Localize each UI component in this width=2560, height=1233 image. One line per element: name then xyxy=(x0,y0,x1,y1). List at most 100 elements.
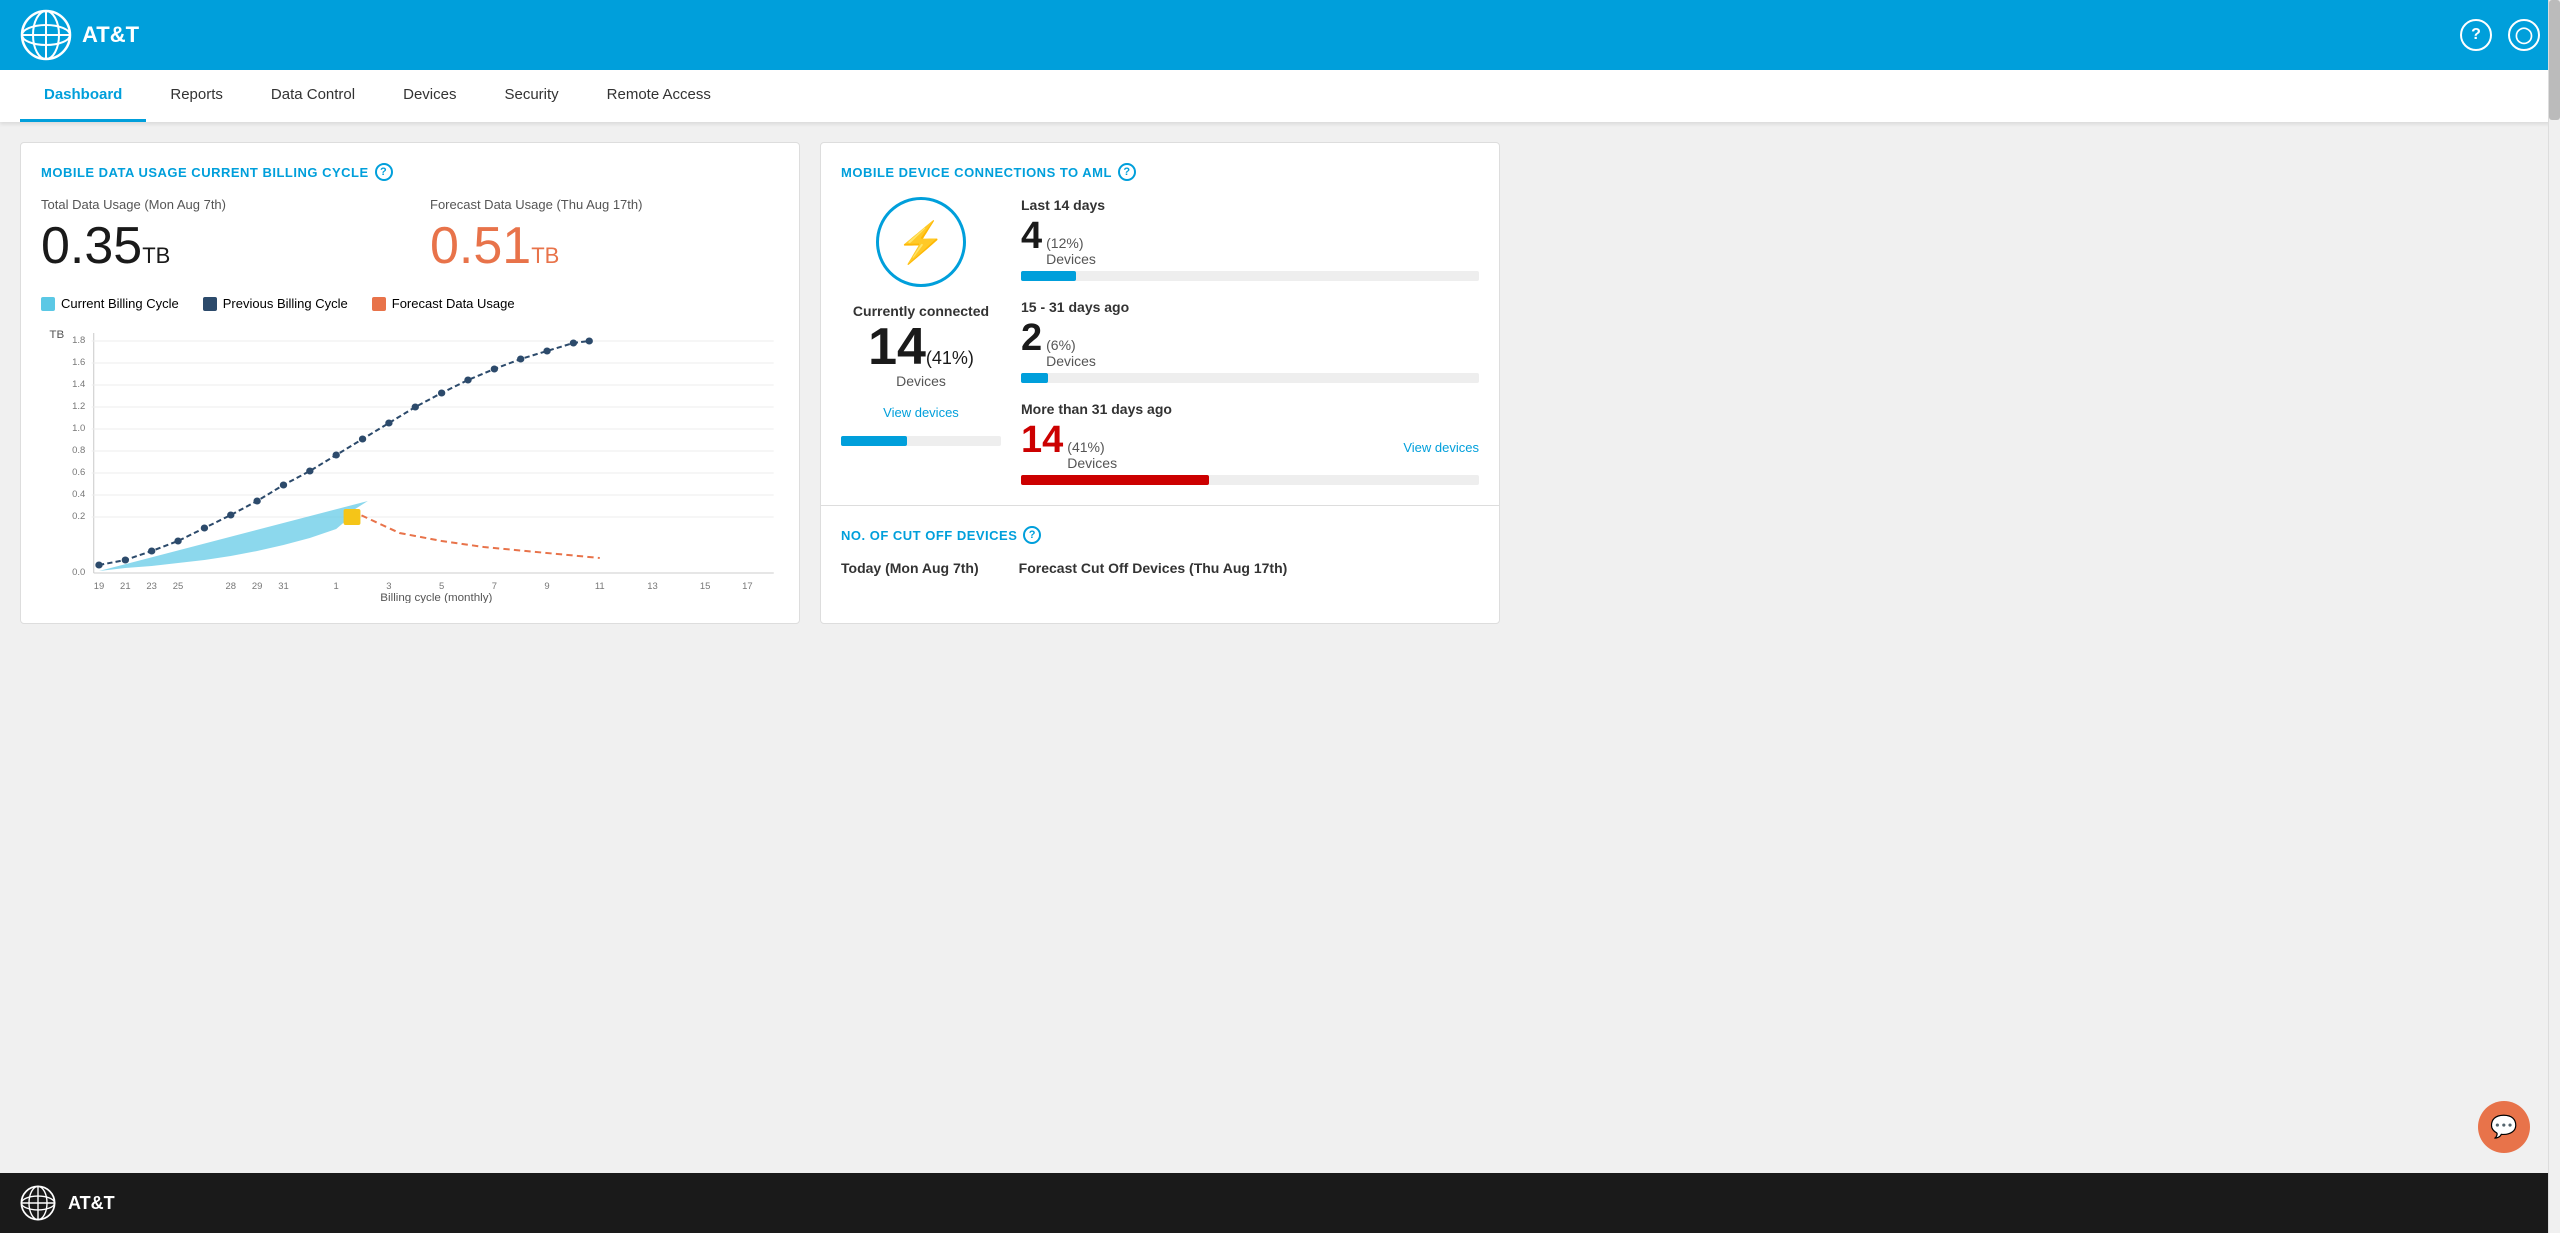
svg-text:3: 3 xyxy=(386,581,391,591)
svg-text:1.0: 1.0 xyxy=(72,423,85,433)
user-icon: ◯ xyxy=(2515,25,2533,45)
cutoff-today-label: Today (Mon Aug 7th) xyxy=(841,560,979,576)
user-button[interactable]: ◯ xyxy=(2508,19,2540,51)
data-usage-title: MOBILE DATA USAGE CURRENT BILLING CYCLE … xyxy=(41,163,779,181)
cutoff-labels: Today (Mon Aug 7th) Forecast Cut Off Dev… xyxy=(841,560,1479,576)
legend-previous: Previous Billing Cycle xyxy=(203,296,348,311)
last14-row: Last 14 days 4 (12%) Devices xyxy=(1021,197,1479,281)
svg-text:5: 5 xyxy=(439,581,444,591)
view-devices-link-2[interactable]: View devices xyxy=(1403,440,1479,455)
days15-31-label: 15 - 31 days ago xyxy=(1021,299,1479,315)
legend-current-dot xyxy=(41,297,55,311)
days15-31-number: 2 xyxy=(1021,319,1042,357)
svg-text:1.4: 1.4 xyxy=(72,379,85,389)
right-panel: MOBILE DEVICE CONNECTIONS TO AML ? ⚡ Cur… xyxy=(820,142,1500,624)
cutoff-forecast-label: Forecast Cut Off Devices (Thu Aug 17th) xyxy=(1019,560,1288,576)
footer: AT&T xyxy=(0,1173,2560,1233)
nav-reports[interactable]: Reports xyxy=(146,70,247,122)
svg-text:0.2: 0.2 xyxy=(72,511,85,521)
more31-row: More than 31 days ago 14 (41%) Devices V… xyxy=(1021,401,1479,485)
lightning-icon: ⚡ xyxy=(876,197,966,287)
svg-text:13: 13 xyxy=(647,581,658,591)
total-usage-value: 0.35TB xyxy=(41,216,390,276)
connections-help-icon[interactable]: ? xyxy=(1118,163,1136,181)
forecast-usage-block: Forecast Data Usage (Thu Aug 17th) 0.51T… xyxy=(430,197,779,276)
brand-name: AT&T xyxy=(82,22,139,48)
scrollbar[interactable] xyxy=(2548,0,2560,1233)
more31-progress-fill xyxy=(1021,475,1209,485)
last14-number: 4 xyxy=(1021,217,1042,255)
more31-pct: (41%) Devices xyxy=(1067,439,1117,471)
chat-bubble-button[interactable]: 💬 xyxy=(2478,1101,2530,1153)
nav-dashboard[interactable]: Dashboard xyxy=(20,70,146,122)
svg-text:Billing cycle (monthly): Billing cycle (monthly) xyxy=(380,592,492,603)
forecast-usage-label: Forecast Data Usage (Thu Aug 17th) xyxy=(430,197,779,212)
nav-data-control[interactable]: Data Control xyxy=(247,70,379,122)
svg-text:21: 21 xyxy=(120,581,131,591)
connected-number: 14 xyxy=(868,318,926,376)
connected-pct: (41%) xyxy=(926,348,974,368)
att-globe-icon xyxy=(20,9,72,61)
forecast-usage-value: 0.51TB xyxy=(430,216,779,276)
connections-body: ⚡ Currently connected 14(41%) Devices Vi… xyxy=(841,197,1479,485)
svg-text:11: 11 xyxy=(595,581,605,591)
chart-svg: TB 1.8 1.6 1.4 1.2 1.0 0.8 0.6 0.4 xyxy=(41,323,779,603)
chart-legend: Current Billing Cycle Previous Billing C… xyxy=(41,296,779,311)
cutoff-section: NO. OF CUT OFF DEVICES ? Today (Mon Aug … xyxy=(821,506,1499,596)
legend-forecast-dot xyxy=(372,297,386,311)
scrollbar-thumb[interactable] xyxy=(2549,0,2560,120)
days15-31-progress xyxy=(1021,373,1479,383)
svg-text:15: 15 xyxy=(700,581,711,591)
data-usage-chart: TB 1.8 1.6 1.4 1.2 1.0 0.8 0.6 0.4 xyxy=(41,323,779,603)
legend-current: Current Billing Cycle xyxy=(41,296,179,311)
brand-logo: AT&T xyxy=(20,9,139,61)
last14-progress-fill xyxy=(1021,271,1076,281)
svg-text:31: 31 xyxy=(278,581,289,591)
svg-text:0.8: 0.8 xyxy=(72,445,85,455)
svg-text:17: 17 xyxy=(742,581,753,591)
last14-pct: (12%) Devices xyxy=(1046,235,1096,267)
svg-text:19: 19 xyxy=(94,581,105,591)
data-usage-help-icon[interactable]: ? xyxy=(375,163,393,181)
more31-progress xyxy=(1021,475,1479,485)
help-button[interactable]: ? xyxy=(2460,19,2492,51)
header-icons: ? ◯ xyxy=(2460,19,2540,51)
total-usage-block: Total Data Usage (Mon Aug 7th) 0.35TB xyxy=(41,197,390,276)
header: AT&T ? ◯ xyxy=(0,0,2560,70)
data-usage-panel: MOBILE DATA USAGE CURRENT BILLING CYCLE … xyxy=(20,142,800,624)
svg-text:28: 28 xyxy=(225,581,236,591)
connected-label: Currently connected xyxy=(853,303,989,319)
days15-31-pct: (6%) Devices xyxy=(1046,337,1096,369)
svg-text:TB: TB xyxy=(49,329,64,341)
main-content: MOBILE DATA USAGE CURRENT BILLING CYCLE … xyxy=(0,122,1520,644)
nav-remote-access[interactable]: Remote Access xyxy=(583,70,735,122)
last14-progress xyxy=(1021,271,1479,281)
usage-stats: Total Data Usage (Mon Aug 7th) 0.35TB Fo… xyxy=(41,197,779,276)
svg-text:1: 1 xyxy=(334,581,339,591)
cutoff-help-icon[interactable]: ? xyxy=(1023,526,1041,544)
nav-devices[interactable]: Devices xyxy=(379,70,480,122)
nav-security[interactable]: Security xyxy=(480,70,582,122)
view-devices-link-1[interactable]: View devices xyxy=(883,405,959,420)
legend-previous-dot xyxy=(203,297,217,311)
svg-text:1.6: 1.6 xyxy=(72,357,85,367)
days15-31-progress-fill xyxy=(1021,373,1048,383)
connected-progress-bar xyxy=(841,436,1001,446)
connected-stat: Currently connected 14(41%) Devices xyxy=(853,303,989,389)
total-usage-label: Total Data Usage (Mon Aug 7th) xyxy=(41,197,390,212)
currently-connected-block: ⚡ Currently connected 14(41%) Devices Vi… xyxy=(841,197,1001,485)
svg-text:23: 23 xyxy=(146,581,157,591)
svg-text:29: 29 xyxy=(252,581,263,591)
svg-text:0.6: 0.6 xyxy=(72,467,85,477)
more31-label: More than 31 days ago xyxy=(1021,401,1479,417)
svg-text:1.8: 1.8 xyxy=(72,335,85,345)
svg-text:25: 25 xyxy=(173,581,184,591)
last14-label: Last 14 days xyxy=(1021,197,1479,213)
navigation: Dashboard Reports Data Control Devices S… xyxy=(0,70,2560,122)
cutoff-title: NO. OF CUT OFF DEVICES ? xyxy=(841,526,1479,544)
svg-text:9: 9 xyxy=(544,581,549,591)
svg-text:1.2: 1.2 xyxy=(72,401,85,411)
svg-text:7: 7 xyxy=(492,581,497,591)
connections-title: MOBILE DEVICE CONNECTIONS TO AML ? xyxy=(841,163,1479,181)
days15-31-row: 15 - 31 days ago 2 (6%) Devices xyxy=(1021,299,1479,383)
